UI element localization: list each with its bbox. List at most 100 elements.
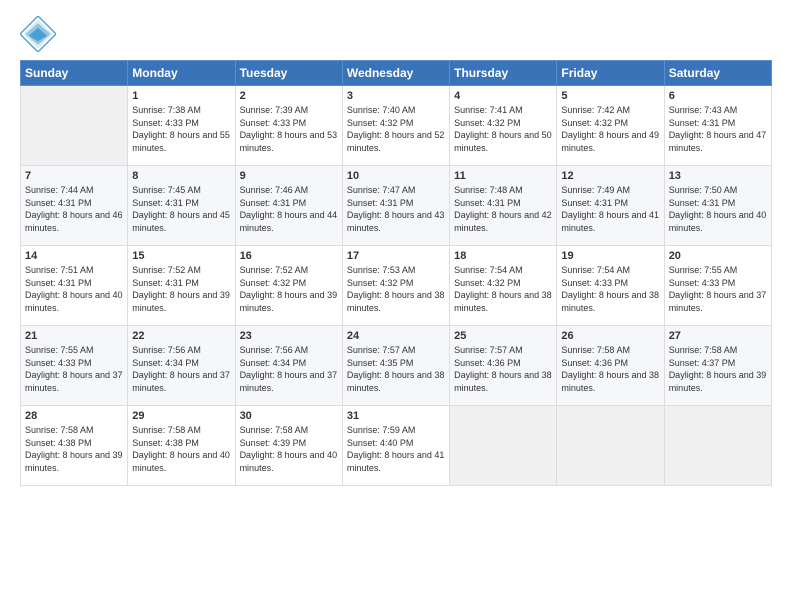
- week-row-2: 7 Sunrise: 7:44 AMSunset: 4:31 PMDaylight…: [21, 166, 772, 246]
- day-number: 18: [454, 250, 552, 262]
- day-cell: 30 Sunrise: 7:58 AMSunset: 4:39 PMDayligh…: [235, 406, 342, 486]
- day-number: 29: [132, 410, 230, 422]
- weekday-header-wednesday: Wednesday: [342, 61, 449, 86]
- day-number: 5: [561, 90, 659, 102]
- day-number: 13: [669, 170, 767, 182]
- day-cell: 21 Sunrise: 7:55 AMSunset: 4:33 PMDayligh…: [21, 326, 128, 406]
- logo-icon: [20, 16, 56, 52]
- day-number: 22: [132, 330, 230, 342]
- calendar: SundayMondayTuesdayWednesdayThursdayFrid…: [20, 60, 772, 486]
- day-number: 19: [561, 250, 659, 262]
- day-cell: 12 Sunrise: 7:49 AMSunset: 4:31 PMDayligh…: [557, 166, 664, 246]
- day-cell: 6 Sunrise: 7:43 AMSunset: 4:31 PMDaylight…: [664, 86, 771, 166]
- day-info: Sunrise: 7:42 AMSunset: 4:32 PMDaylight:…: [561, 104, 659, 154]
- day-info: Sunrise: 7:39 AMSunset: 4:33 PMDaylight:…: [240, 104, 338, 154]
- day-cell: 23 Sunrise: 7:56 AMSunset: 4:34 PMDayligh…: [235, 326, 342, 406]
- day-info: Sunrise: 7:48 AMSunset: 4:31 PMDaylight:…: [454, 184, 552, 234]
- day-info: Sunrise: 7:53 AMSunset: 4:32 PMDaylight:…: [347, 264, 445, 314]
- day-number: 31: [347, 410, 445, 422]
- day-info: Sunrise: 7:46 AMSunset: 4:31 PMDaylight:…: [240, 184, 338, 234]
- day-info: Sunrise: 7:58 AMSunset: 4:36 PMDaylight:…: [561, 344, 659, 394]
- weekday-header-sunday: Sunday: [21, 61, 128, 86]
- day-number: 27: [669, 330, 767, 342]
- day-cell: 25Sunrise: 7:57 AMSunset: 4:36 PMDayligh…: [450, 326, 557, 406]
- day-cell: [557, 406, 664, 486]
- day-info: Sunrise: 7:56 AMSunset: 4:34 PMDaylight:…: [132, 344, 230, 394]
- day-cell: 4 Sunrise: 7:41 AMSunset: 4:32 PMDaylight…: [450, 86, 557, 166]
- day-cell: 17Sunrise: 7:53 AMSunset: 4:32 PMDayligh…: [342, 246, 449, 326]
- day-number: 7: [25, 170, 123, 182]
- day-info: Sunrise: 7:55 AMSunset: 4:33 PMDaylight:…: [25, 344, 123, 394]
- day-cell: [21, 86, 128, 166]
- weekday-header-monday: Monday: [128, 61, 235, 86]
- weekday-header-tuesday: Tuesday: [235, 61, 342, 86]
- logo: [20, 16, 60, 52]
- day-number: 15: [132, 250, 230, 262]
- day-info: Sunrise: 7:45 AMSunset: 4:31 PMDaylight:…: [132, 184, 230, 234]
- day-cell: 1 Sunrise: 7:38 AMSunset: 4:33 PMDaylight…: [128, 86, 235, 166]
- day-number: 2: [240, 90, 338, 102]
- day-cell: 13 Sunrise: 7:50 AMSunset: 4:31 PMDayligh…: [664, 166, 771, 246]
- week-row-5: 28 Sunrise: 7:58 AMSunset: 4:38 PMDayligh…: [21, 406, 772, 486]
- day-number: 8: [132, 170, 230, 182]
- day-number: 11: [454, 170, 552, 182]
- day-cell: 9 Sunrise: 7:46 AMSunset: 4:31 PMDaylight…: [235, 166, 342, 246]
- day-cell: 2 Sunrise: 7:39 AMSunset: 4:33 PMDaylight…: [235, 86, 342, 166]
- day-info: Sunrise: 7:58 AMSunset: 4:37 PMDaylight:…: [669, 344, 767, 394]
- day-info: Sunrise: 7:55 AMSunset: 4:33 PMDaylight:…: [669, 264, 767, 314]
- day-cell: 24 Sunrise: 7:57 AMSunset: 4:35 PMDayligh…: [342, 326, 449, 406]
- day-info: Sunrise: 7:56 AMSunset: 4:34 PMDaylight:…: [240, 344, 338, 394]
- day-info: Sunrise: 7:58 AMSunset: 4:38 PMDaylight:…: [132, 424, 230, 474]
- day-cell: 16Sunrise: 7:52 AMSunset: 4:32 PMDayligh…: [235, 246, 342, 326]
- day-cell: 15Sunrise: 7:52 AMSunset: 4:31 PMDayligh…: [128, 246, 235, 326]
- day-cell: 7 Sunrise: 7:44 AMSunset: 4:31 PMDaylight…: [21, 166, 128, 246]
- day-cell: 29 Sunrise: 7:58 AMSunset: 4:38 PMDayligh…: [128, 406, 235, 486]
- day-cell: 26 Sunrise: 7:58 AMSunset: 4:36 PMDayligh…: [557, 326, 664, 406]
- day-cell: 19 Sunrise: 7:54 AMSunset: 4:33 PMDayligh…: [557, 246, 664, 326]
- day-number: 3: [347, 90, 445, 102]
- day-number: 30: [240, 410, 338, 422]
- day-cell: 22 Sunrise: 7:56 AMSunset: 4:34 PMDayligh…: [128, 326, 235, 406]
- day-number: 12: [561, 170, 659, 182]
- weekday-header-friday: Friday: [557, 61, 664, 86]
- day-info: Sunrise: 7:58 AMSunset: 4:39 PMDaylight:…: [240, 424, 338, 474]
- day-number: 9: [240, 170, 338, 182]
- day-info: Sunrise: 7:38 AMSunset: 4:33 PMDaylight:…: [132, 104, 230, 154]
- day-number: 16: [240, 250, 338, 262]
- weekday-header-saturday: Saturday: [664, 61, 771, 86]
- day-number: 10: [347, 170, 445, 182]
- day-number: 26: [561, 330, 659, 342]
- day-cell: [450, 406, 557, 486]
- day-number: 6: [669, 90, 767, 102]
- day-info: Sunrise: 7:54 AMSunset: 4:33 PMDaylight:…: [561, 264, 659, 314]
- day-number: 28: [25, 410, 123, 422]
- day-cell: 31 Sunrise: 7:59 AMSunset: 4:40 PMDayligh…: [342, 406, 449, 486]
- day-info: Sunrise: 7:43 AMSunset: 4:31 PMDaylight:…: [669, 104, 767, 154]
- header: [20, 16, 772, 52]
- day-number: 4: [454, 90, 552, 102]
- day-number: 24: [347, 330, 445, 342]
- day-cell: 20Sunrise: 7:55 AMSunset: 4:33 PMDayligh…: [664, 246, 771, 326]
- page: SundayMondayTuesdayWednesdayThursdayFrid…: [0, 0, 792, 612]
- weekday-header-thursday: Thursday: [450, 61, 557, 86]
- day-cell: [664, 406, 771, 486]
- day-info: Sunrise: 7:47 AMSunset: 4:31 PMDaylight:…: [347, 184, 445, 234]
- day-info: Sunrise: 7:59 AMSunset: 4:40 PMDaylight:…: [347, 424, 445, 474]
- day-info: Sunrise: 7:50 AMSunset: 4:31 PMDaylight:…: [669, 184, 767, 234]
- day-cell: 28Sunrise: 7:58 AMSunset: 4:38 PMDayligh…: [21, 406, 128, 486]
- day-cell: 10 Sunrise: 7:47 AMSunset: 4:31 PMDayligh…: [342, 166, 449, 246]
- day-info: Sunrise: 7:41 AMSunset: 4:32 PMDaylight:…: [454, 104, 552, 154]
- week-row-3: 14Sunrise: 7:51 AMSunset: 4:31 PMDayligh…: [21, 246, 772, 326]
- day-info: Sunrise: 7:40 AMSunset: 4:32 PMDaylight:…: [347, 104, 445, 154]
- day-number: 23: [240, 330, 338, 342]
- week-row-4: 21 Sunrise: 7:55 AMSunset: 4:33 PMDayligh…: [21, 326, 772, 406]
- day-number: 21: [25, 330, 123, 342]
- day-info: Sunrise: 7:57 AMSunset: 4:36 PMDaylight:…: [454, 344, 552, 394]
- day-info: Sunrise: 7:57 AMSunset: 4:35 PMDaylight:…: [347, 344, 445, 394]
- day-info: Sunrise: 7:49 AMSunset: 4:31 PMDaylight:…: [561, 184, 659, 234]
- day-cell: 27 Sunrise: 7:58 AMSunset: 4:37 PMDayligh…: [664, 326, 771, 406]
- day-number: 1: [132, 90, 230, 102]
- day-info: Sunrise: 7:44 AMSunset: 4:31 PMDaylight:…: [25, 184, 123, 234]
- day-cell: 18Sunrise: 7:54 AMSunset: 4:32 PMDayligh…: [450, 246, 557, 326]
- day-cell: 11 Sunrise: 7:48 AMSunset: 4:31 PMDayligh…: [450, 166, 557, 246]
